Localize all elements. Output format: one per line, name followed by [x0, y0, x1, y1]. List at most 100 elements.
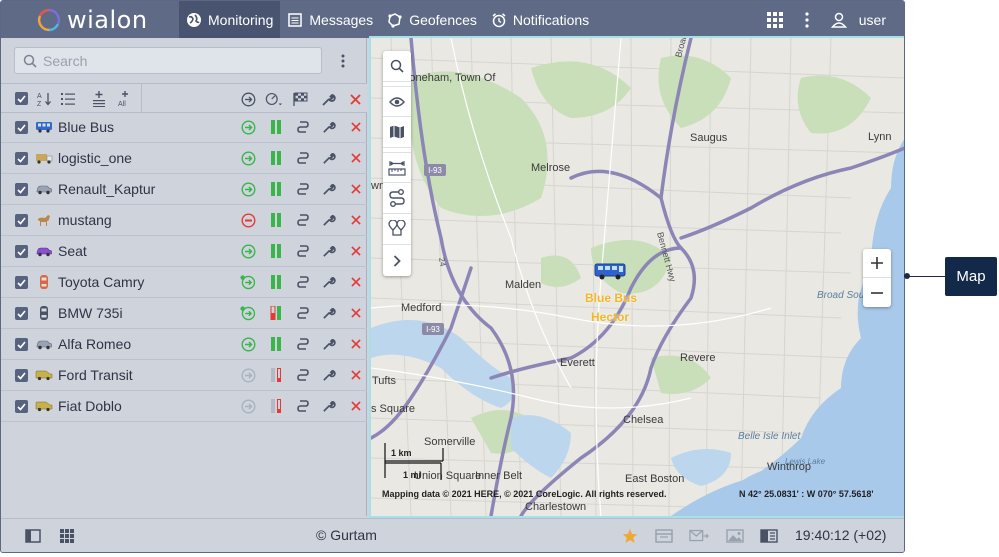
ignition-indicator-icon[interactable] [268, 212, 284, 228]
unit-row[interactable]: Ford Transit [1, 360, 367, 391]
unit-properties-icon[interactable] [321, 398, 337, 414]
unit-properties-icon[interactable] [321, 212, 337, 228]
unit-checkbox[interactable] [15, 121, 28, 134]
unit-state-icon[interactable] [240, 274, 256, 290]
send-command-icon[interactable] [295, 150, 311, 166]
unit-properties-icon[interactable] [321, 150, 337, 166]
ignition-indicator-icon[interactable] [268, 181, 284, 197]
remove-unit-icon[interactable] [348, 274, 364, 290]
unit-row[interactable]: mustang [1, 205, 367, 236]
remove-unit-icon[interactable] [348, 119, 364, 135]
unit-properties-icon[interactable] [321, 305, 337, 321]
sort-az-button[interactable]: AZ [36, 90, 54, 108]
ignition-indicator-icon[interactable] [268, 367, 284, 383]
remove-unit-icon[interactable] [348, 398, 364, 414]
remove-all-button[interactable] [346, 90, 364, 108]
user-button[interactable] [823, 1, 855, 38]
unit-checkbox[interactable] [15, 307, 28, 320]
list-view-button[interactable] [59, 90, 77, 108]
remove-unit-icon[interactable] [348, 150, 364, 166]
unit-state-icon[interactable] [240, 336, 256, 352]
ignition-indicator-icon[interactable] [268, 243, 284, 259]
map-view[interactable]: I-93 I-93 Broad Bennett Hwy 24 Stoneham,… [369, 36, 904, 518]
unit-state-icon[interactable] [240, 398, 256, 414]
bottom-apps-button[interactable] [57, 527, 77, 545]
remove-unit-icon[interactable] [348, 181, 364, 197]
user-name[interactable]: user [859, 12, 886, 28]
remove-unit-icon[interactable] [348, 367, 364, 383]
unit-properties-icon[interactable] [321, 181, 337, 197]
unit-properties-icon[interactable] [321, 367, 337, 383]
remove-unit-icon[interactable] [348, 336, 364, 352]
send-command-icon[interactable] [295, 274, 311, 290]
tab-notifications[interactable]: Notifications [484, 1, 596, 38]
send-command-icon[interactable] [295, 367, 311, 383]
add-units-button[interactable] [90, 90, 108, 108]
unit-row[interactable]: logistic_one [1, 143, 367, 174]
unit-name[interactable]: BMW 735i [58, 305, 123, 321]
map-measure-button[interactable] [383, 152, 411, 183]
tab-geofences[interactable]: Geofences [380, 1, 484, 38]
ignition-indicator-icon[interactable] [268, 336, 284, 352]
ignition-indicator-icon[interactable] [268, 150, 284, 166]
unit-row[interactable]: Fiat Doblo [1, 391, 367, 422]
unit-row[interactable]: Renault_Kaptur [1, 174, 367, 205]
unit-name[interactable]: mustang [58, 212, 112, 228]
map-points-button[interactable] [383, 214, 411, 245]
send-command-icon[interactable] [295, 212, 311, 228]
unit-state-icon[interactable] [240, 212, 256, 228]
unit-checkbox[interactable] [15, 214, 28, 227]
remove-unit-icon[interactable] [348, 243, 364, 259]
ignition-indicator-icon[interactable] [268, 305, 284, 321]
unit-state-icon[interactable] [240, 367, 256, 383]
tab-messages[interactable]: Messages [280, 1, 380, 38]
unit-row[interactable]: Seat [1, 236, 367, 267]
media-button[interactable] [725, 527, 745, 545]
unit-properties-icon[interactable] [321, 119, 337, 135]
favorites-button[interactable] [620, 527, 640, 545]
ignition-indicator-icon[interactable] [268, 274, 284, 290]
unit-state-icon[interactable] [240, 119, 256, 135]
unit-name[interactable]: Renault_Kaptur [58, 181, 155, 197]
add-all-button[interactable]: All [116, 90, 134, 108]
unit-name[interactable]: Ford Transit [58, 367, 133, 383]
unit-properties-icon[interactable] [321, 274, 337, 290]
unit-state-icon[interactable] [240, 243, 256, 259]
logo[interactable]: wialon [37, 5, 148, 35]
select-all-checkbox[interactable] [15, 92, 28, 105]
map-source-button[interactable] [383, 117, 411, 148]
search-box[interactable] [14, 47, 322, 74]
unit-name[interactable]: Alfa Romeo [58, 336, 131, 352]
map-tools-expand-button[interactable] [383, 245, 411, 276]
unit-checkbox[interactable] [15, 369, 28, 382]
send-command-icon[interactable] [295, 119, 311, 135]
map-layers-visibility-button[interactable] [383, 86, 411, 117]
send-command-icon[interactable] [295, 336, 311, 352]
apps-grid-button[interactable] [759, 1, 791, 38]
unit-state-icon[interactable] [240, 150, 256, 166]
unit-name[interactable]: Seat [58, 243, 87, 259]
unit-state-icon[interactable] [240, 305, 256, 321]
unit-marker-blue-bus[interactable] [594, 262, 626, 280]
unit-row[interactable]: Toyota Camry [1, 267, 367, 298]
toggle-panel-button[interactable] [23, 527, 43, 545]
send-command-icon[interactable] [295, 398, 311, 414]
unit-row[interactable]: Alfa Romeo [1, 329, 367, 360]
remove-unit-icon[interactable] [348, 305, 364, 321]
send-command-icon[interactable] [295, 181, 311, 197]
unit-name[interactable]: Blue Bus [58, 119, 114, 135]
search-input[interactable] [43, 52, 303, 69]
unit-properties-icon[interactable] [321, 336, 337, 352]
unit-checkbox[interactable] [15, 400, 28, 413]
unit-checkbox[interactable] [15, 245, 28, 258]
send-command-icon[interactable] [295, 305, 311, 321]
unit-name[interactable]: logistic_one [58, 150, 132, 166]
more-menu-button[interactable] [791, 1, 823, 38]
zoom-out-button[interactable] [863, 278, 891, 307]
layout-button[interactable] [759, 527, 779, 545]
unit-state-icon[interactable] [240, 181, 256, 197]
unit-name[interactable]: Fiat Doblo [58, 398, 122, 414]
send-command-icon[interactable] [295, 243, 311, 259]
list-options-button[interactable] [335, 52, 351, 70]
zoom-in-button[interactable] [863, 249, 891, 278]
